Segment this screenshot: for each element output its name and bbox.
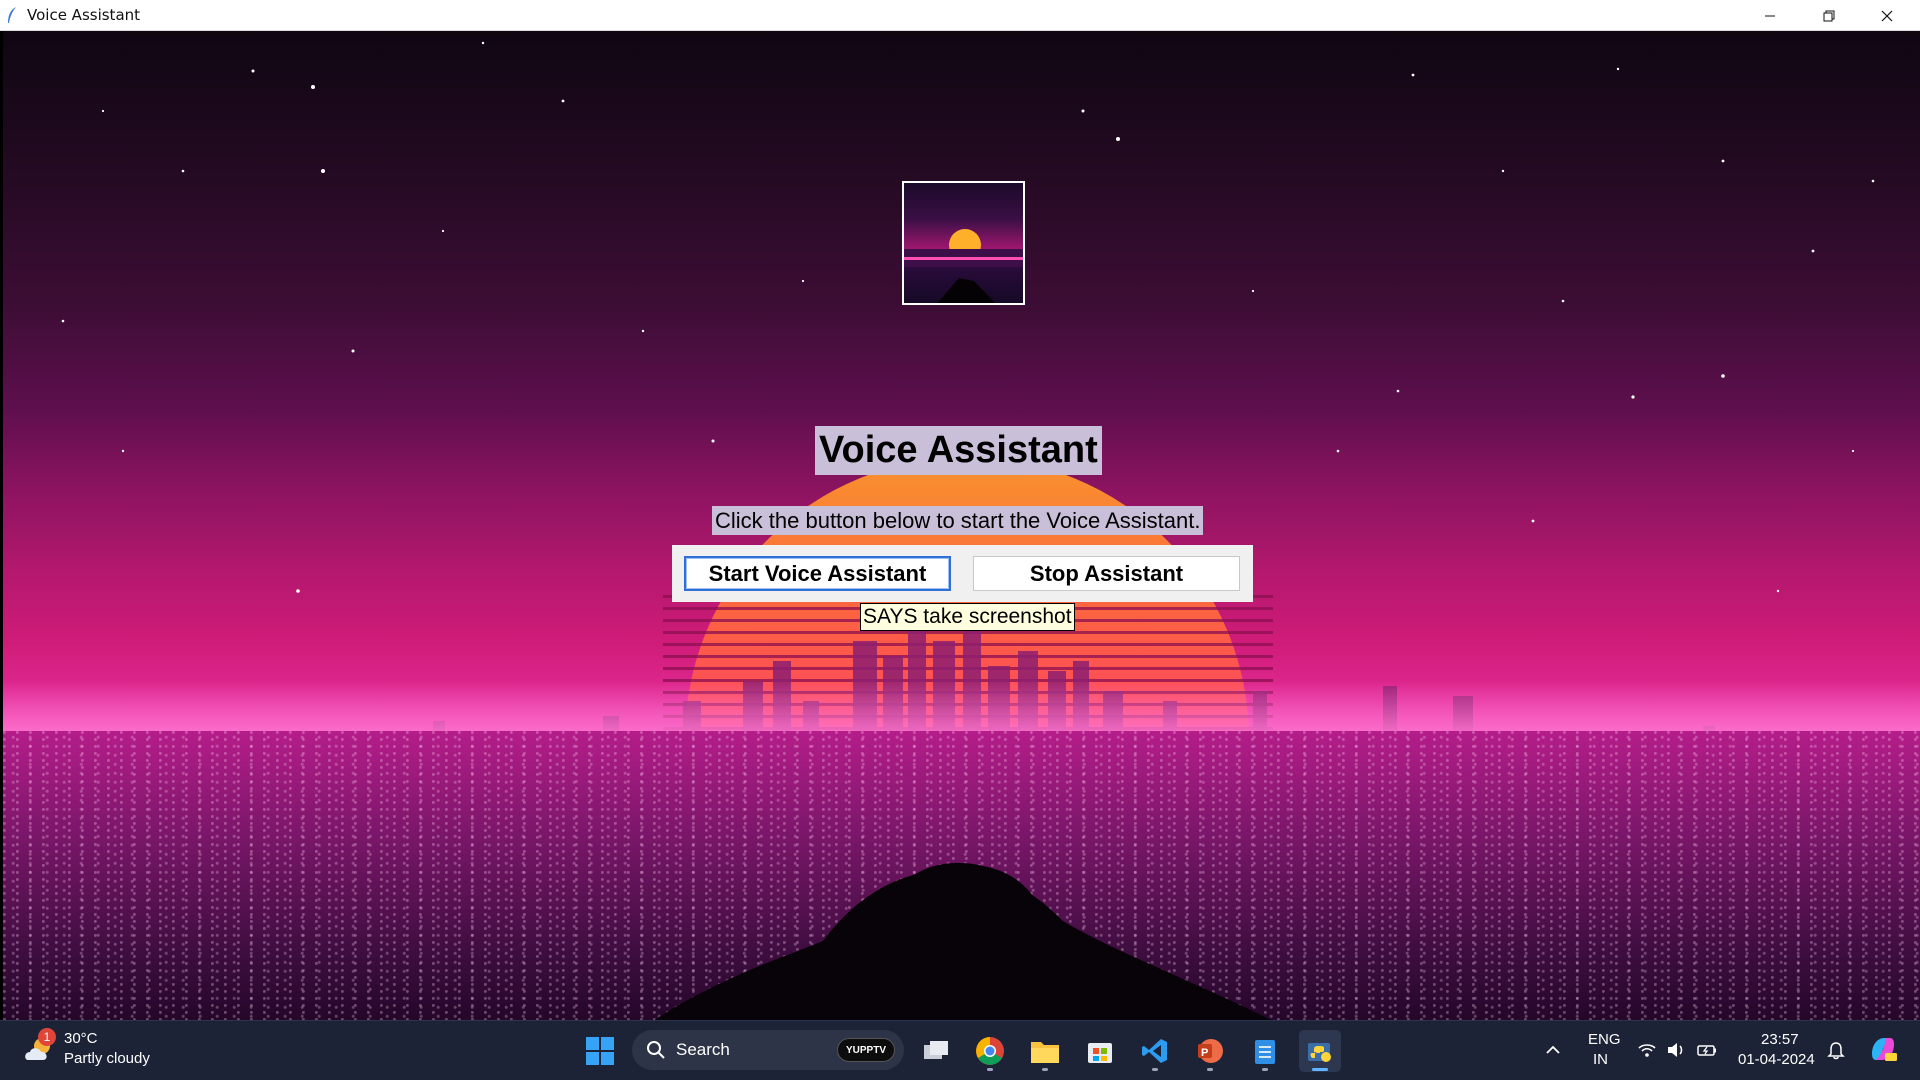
vs-code-icon — [1142, 1039, 1167, 1063]
language-indicator-line2[interactable]: IN — [1593, 1051, 1608, 1068]
start-voice-assistant-button[interactable]: Start Voice Assistant — [684, 556, 951, 591]
taskbar-app-task-view[interactable] — [915, 1030, 957, 1072]
search-label: Search — [676, 1040, 730, 1059]
store-icon — [1088, 1043, 1112, 1063]
folder-icon — [1031, 1042, 1059, 1063]
minimize-icon — [1765, 15, 1775, 16]
running-indicator — [1312, 1068, 1328, 1071]
page-title: Voice Assistant — [815, 426, 1102, 475]
taskbar — [0, 1020, 1920, 1080]
task-view-icon — [924, 1041, 948, 1059]
running-indicator — [1262, 1068, 1268, 1071]
button-frame: Start Voice Assistant Stop Assistant — [672, 545, 1253, 602]
python-icon — [1308, 1043, 1331, 1062]
weather-condition[interactable]: Partly cloudy — [64, 1050, 150, 1067]
status-label: SAYS take screenshot — [860, 603, 1075, 631]
clock-date[interactable]: 01-04-2024 — [1738, 1051, 1815, 1068]
running-indicator — [1207, 1068, 1213, 1071]
logo-artwork — [904, 229, 1023, 303]
battery-icon[interactable] — [1697, 1040, 1717, 1060]
running-indicator — [1152, 1068, 1158, 1071]
stop-assistant-button[interactable]: Stop Assistant — [973, 556, 1240, 591]
chrome-icon — [976, 1037, 1004, 1065]
language-indicator-line1[interactable]: ENG — [1588, 1031, 1621, 1048]
search-icon — [647, 1041, 665, 1059]
close-icon — [1881, 10, 1893, 21]
feather-icon — [8, 7, 16, 23]
taskbar-app-microsoft-store[interactable] — [1079, 1030, 1121, 1072]
taskbar-app-python[interactable] — [1299, 1030, 1341, 1072]
clock-time[interactable]: 23:57 — [1761, 1031, 1799, 1048]
instruction-text: Click the button below to start the Voic… — [712, 506, 1204, 535]
rock-silhouette-decoration — [654, 862, 1271, 1020]
chevron-up-icon[interactable] — [1543, 1040, 1563, 1060]
notification-bell-icon[interactable] — [1826, 1040, 1846, 1060]
svg-text:P: P — [1201, 1047, 1208, 1059]
weather-temperature[interactable]: 30°C — [64, 1030, 98, 1047]
title-bar: Voice Assistant — [0, 0, 1920, 31]
restore-button[interactable] — [1800, 0, 1858, 31]
app-background: Voice Assistant Click the button below t… — [3, 31, 1920, 1020]
running-indicator — [1042, 1068, 1048, 1071]
taskbar-app-file-explorer[interactable] — [1024, 1030, 1066, 1072]
taskbar-app-vs-code[interactable] — [1134, 1030, 1176, 1072]
weather-notification-badge: 1 — [38, 1028, 56, 1046]
taskbar-app-powerpoint[interactable]: P — [1189, 1030, 1231, 1072]
notepad-icon — [1255, 1040, 1275, 1064]
restore-icon — [1823, 10, 1835, 21]
windows-start-icon[interactable] — [585, 1036, 615, 1066]
running-indicator — [987, 1068, 993, 1071]
volume-icon[interactable] — [1666, 1040, 1686, 1060]
minimize-button[interactable] — [1741, 0, 1799, 31]
window-title: Voice Assistant — [27, 6, 141, 24]
taskbar-search-box[interactable]: Search YUPPTV — [632, 1030, 904, 1070]
app-logo-image — [902, 181, 1025, 305]
wifi-icon[interactable] — [1637, 1040, 1657, 1060]
copilot-icon[interactable] — [1868, 1034, 1898, 1064]
powerpoint-icon: P — [1198, 1039, 1223, 1063]
close-button[interactable] — [1858, 0, 1916, 31]
search-highlight-badge: YUPPTV — [837, 1038, 895, 1062]
taskbar-app-notepad[interactable] — [1244, 1030, 1286, 1072]
taskbar-app-chrome[interactable] — [969, 1030, 1011, 1072]
